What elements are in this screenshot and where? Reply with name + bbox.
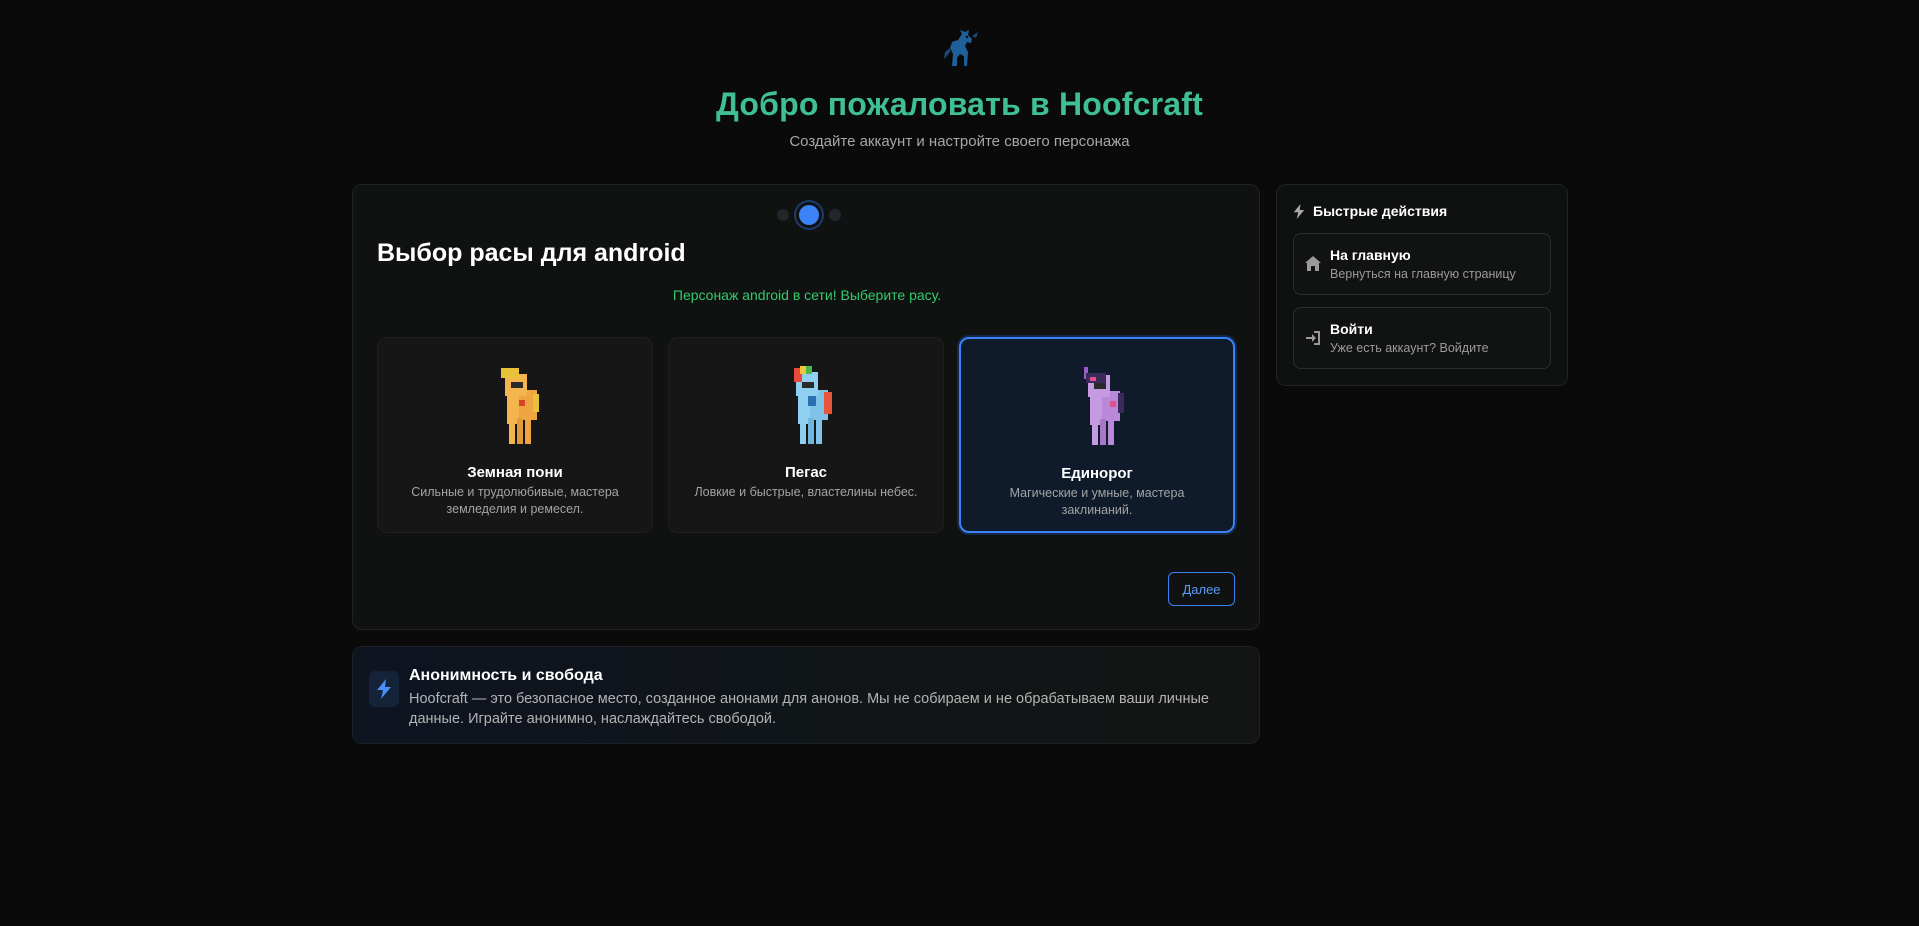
race-option-earth-pony[interactable]: Земная пони Сильные и трудолюбивые, маст… — [377, 337, 653, 533]
page: Добро пожаловать в Hoofcraft Создайте ак… — [0, 0, 1919, 926]
race-description: Ловкие и быстрые, властелины небес. — [694, 485, 918, 499]
info-title: Анонимность и свобода — [409, 667, 603, 684]
section-title: Выбор расы для android — [377, 239, 686, 267]
quick-actions-header: Быстрые действия — [1293, 203, 1447, 219]
race-name: Единорог — [1061, 465, 1133, 482]
step-dot-1 — [777, 209, 789, 221]
home-action-button[interactable]: На главную Вернуться на главную страницу — [1293, 233, 1551, 295]
page-subtitle: Создайте аккаунт и настройте своего перс… — [789, 133, 1130, 150]
race-name: Земная пони — [467, 464, 563, 481]
quick-actions-panel: Быстрые действия На главную Вернуться на… — [1276, 184, 1568, 386]
lightning-icon — [1293, 203, 1305, 219]
quick-actions-title: Быстрые действия — [1313, 203, 1448, 219]
info-text: Hoofcraft — это безопасное место, создан… — [409, 691, 1209, 727]
race-option-unicorn[interactable]: Единорог Магические и умные, мастера зак… — [959, 337, 1235, 533]
earth-pony-icon — [501, 368, 539, 444]
login-icon — [1306, 331, 1320, 345]
page-title: Добро пожаловать в Hoofcraft — [716, 86, 1203, 122]
home-action-label: На главную — [1330, 247, 1411, 263]
login-action-button[interactable]: Войти Уже есть аккаунт? Войдите — [1293, 307, 1551, 369]
lightning-icon — [377, 679, 391, 699]
race-name: Пегас — [784, 464, 828, 481]
step-dot-2-active — [799, 205, 819, 225]
race-description: Сильные и трудолюбивые, мастера земледел… — [411, 485, 619, 516]
step-dot-3 — [829, 209, 841, 221]
home-action-sublabel: Вернуться на главную страницу — [1330, 267, 1516, 281]
race-description: Магические и умные, мастера заклинаний. — [1009, 486, 1185, 517]
login-action-sublabel: Уже есть аккаунт? Войдите — [1330, 341, 1489, 355]
status-message: Персонаж android в сети! Выберите расу. — [672, 287, 942, 303]
info-icon-container — [369, 671, 399, 707]
step-indicator — [777, 205, 841, 225]
login-action-label: Войти — [1330, 321, 1373, 337]
home-icon — [1305, 256, 1321, 271]
anonymity-info-banner: Анонимность и свобода Hoofcraft — это бе… — [352, 646, 1260, 744]
pony-logo-icon — [944, 30, 978, 66]
next-button[interactable]: Далее — [1168, 572, 1235, 606]
unicorn-icon — [1084, 367, 1124, 445]
pegasus-icon — [794, 366, 832, 444]
race-selection-card: Выбор расы для android Персонаж android … — [352, 184, 1260, 630]
race-option-pegasus[interactable]: Пегас Ловкие и быстрые, властелины небес… — [668, 337, 944, 533]
